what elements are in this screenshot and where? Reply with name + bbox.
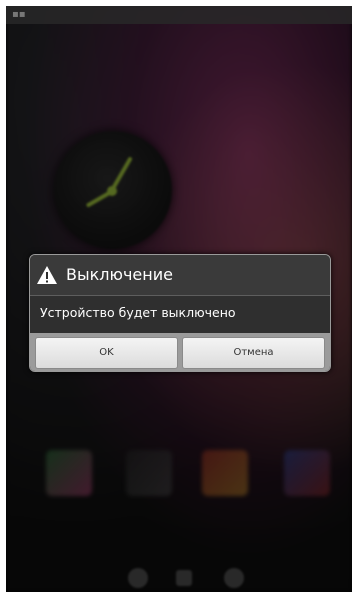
status-bar: ▪▪ <box>6 6 352 24</box>
dialog-title: Выключение <box>66 265 173 284</box>
dialog-button-bar: OK Отмена <box>30 333 330 371</box>
notification-icon: ▪▪ <box>12 9 26 20</box>
shutdown-dialog: Выключение Устройство будет выключено OK… <box>29 254 331 372</box>
cancel-button[interactable]: Отмена <box>182 337 325 369</box>
warning-icon <box>37 266 57 284</box>
dialog-message: Устройство будет выключено <box>40 305 236 320</box>
ok-button[interactable]: OK <box>35 337 178 369</box>
dialog-header: Выключение <box>30 255 330 296</box>
